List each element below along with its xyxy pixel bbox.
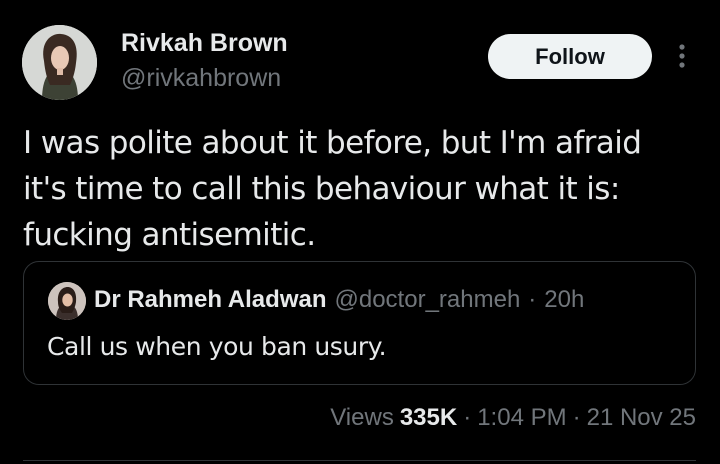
quoted-author-avatar-image (48, 282, 86, 320)
views-label: Views (330, 404, 394, 431)
quoted-author-avatar[interactable] (48, 282, 86, 320)
divider (23, 460, 696, 461)
separator-dot: · (572, 404, 581, 431)
separator-dot: · (463, 404, 472, 431)
views-count[interactable]: 335K (400, 404, 457, 432)
quoted-tweet-text: Call us when you ban usury. (47, 332, 387, 361)
author-display-name[interactable]: Rivkah Brown (121, 29, 288, 58)
tweet-text-line: it's time to call this behaviour what it… (23, 171, 620, 207)
tweet-time[interactable]: 1:04 PM (477, 404, 566, 432)
tweet-text-line: I was polite about it before, but I'm af… (23, 125, 642, 161)
quoted-tweet-header: Dr Rahmeh Aladwan @doctor_rahmeh · 20h (94, 286, 584, 314)
author-avatar[interactable] (22, 25, 97, 100)
author-handle[interactable]: @rivkahbrown (121, 64, 281, 93)
quoted-tweet-time[interactable]: 20h (544, 286, 584, 314)
tweet-text: I was polite about it before, but I'm af… (23, 120, 703, 258)
tweet-date[interactable]: 21 Nov 25 (587, 404, 696, 432)
more-vertical-icon (679, 44, 685, 68)
quoted-author-name[interactable]: Dr Rahmeh Aladwan (94, 286, 327, 314)
tweet-meta: Views 335K · 1:04 PM · 21 Nov 25 (330, 404, 696, 432)
tweet: Rivkah Brown @rivkahbrown Follow I was p… (0, 0, 720, 464)
quoted-tweet-card[interactable]: Dr Rahmeh Aladwan @doctor_rahmeh · 20h C… (23, 261, 696, 385)
more-options-button[interactable] (668, 38, 696, 74)
tweet-text-line: fucking antisemitic. (23, 217, 316, 253)
follow-button[interactable]: Follow (488, 34, 652, 79)
author-avatar-image (22, 25, 97, 100)
quoted-author-handle[interactable]: @doctor_rahmeh (335, 286, 521, 314)
separator-dot: · (528, 286, 537, 313)
